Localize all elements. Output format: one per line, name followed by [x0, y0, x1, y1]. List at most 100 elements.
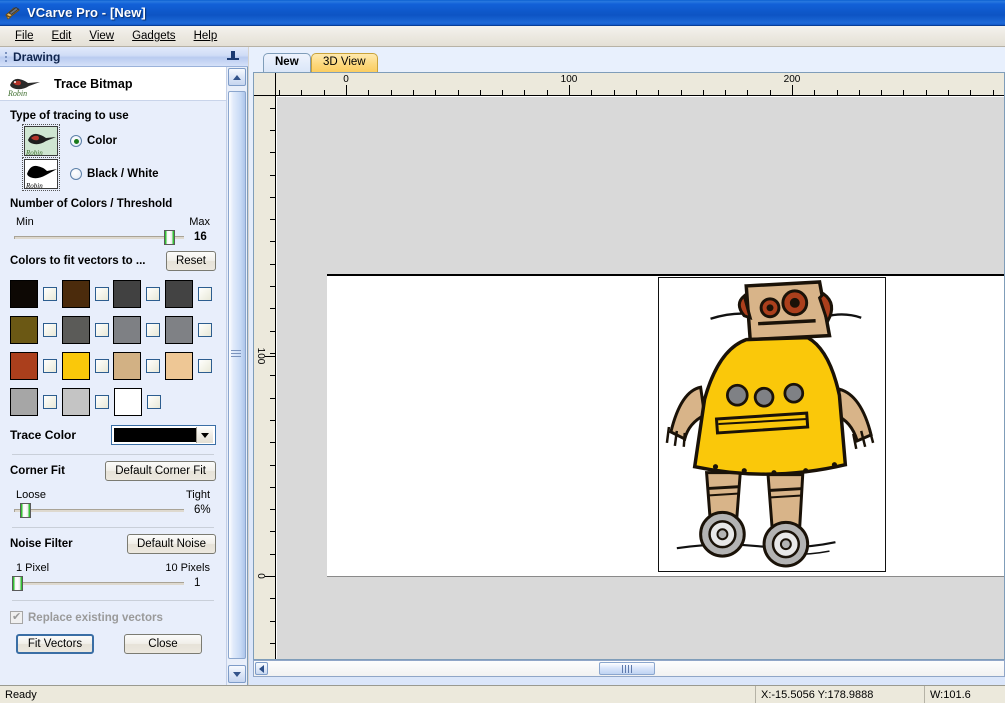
color-swatch-cell[interactable] [61, 352, 114, 380]
color-swatch[interactable] [164, 280, 193, 308]
tracing-option-bw[interactable]: Robin Black / White [22, 157, 216, 191]
status-coordinates: X:-15.5056 Y:178.9888 [755, 685, 925, 703]
default-noise-button[interactable]: Default Noise [126, 534, 216, 554]
scrollbar-thumb[interactable] [599, 662, 655, 675]
color-swatch[interactable] [164, 352, 193, 380]
tab-3d-view[interactable]: 3D View [311, 53, 378, 72]
panel-scrollbar[interactable] [226, 67, 246, 685]
color-swatch[interactable] [10, 352, 38, 380]
ruler-tick [614, 90, 615, 95]
color-swatch[interactable] [61, 316, 90, 344]
radio-black-white[interactable] [70, 168, 82, 180]
color-swatch-cell[interactable] [10, 388, 62, 416]
color-swatch-cell[interactable] [61, 316, 114, 344]
default-corner-fit-button[interactable]: Default Corner Fit [105, 461, 216, 481]
color-swatch[interactable] [62, 388, 90, 416]
replace-vectors-row[interactable]: Replace existing vectors [10, 610, 216, 624]
robin-bw-thumb[interactable]: Robin [22, 157, 60, 191]
robot-bitmap[interactable] [658, 277, 886, 572]
color-swatch[interactable] [10, 280, 38, 308]
color-swatch[interactable] [113, 280, 141, 308]
color-swatch[interactable] [10, 316, 38, 344]
ruler-tick [881, 90, 882, 95]
replace-vectors-checkbox[interactable] [10, 610, 23, 624]
tracing-option-color[interactable]: Robin Color [22, 124, 216, 158]
color-swatch[interactable] [61, 280, 90, 308]
drag-grip-icon[interactable] [3, 49, 11, 64]
color-swatch-checkbox[interactable] [43, 359, 57, 373]
menu-file[interactable]: File [6, 28, 43, 44]
color-swatch-cell[interactable] [114, 388, 166, 416]
color-swatch-checkbox[interactable] [43, 323, 57, 337]
reset-button[interactable]: Reset [165, 251, 216, 271]
trace-color-label: Trace Color [10, 428, 77, 442]
color-swatch-checkbox[interactable] [94, 323, 109, 337]
color-swatch-cell[interactable] [113, 352, 165, 380]
threshold-max-label: Max [189, 216, 210, 228]
color-swatch[interactable] [10, 388, 38, 416]
color-swatch-cell[interactable] [10, 352, 62, 380]
close-button[interactable]: Close [124, 634, 202, 654]
slider-knob[interactable] [20, 503, 32, 518]
color-swatch[interactable] [113, 352, 141, 380]
scrollbar-thumb[interactable] [228, 91, 246, 659]
trace-bitmap-panel: Robin Trace Bitmap Type of tracing to us… [0, 67, 226, 685]
menu-help[interactable]: Help [185, 28, 227, 44]
corner-fit-tight-label: Tight [185, 489, 210, 501]
color-swatch-cell[interactable] [164, 316, 217, 344]
color-swatch-cell[interactable] [10, 280, 62, 308]
color-swatch-checkbox[interactable] [94, 359, 109, 373]
color-swatch[interactable] [164, 316, 193, 344]
dock-header: Drawing [0, 47, 248, 67]
color-swatch-cell[interactable] [113, 316, 165, 344]
scroll-left-button[interactable] [255, 662, 268, 675]
color-swatch-checkbox[interactable] [43, 395, 57, 409]
ruler-tick [270, 152, 275, 153]
drawing-viewport[interactable] [277, 97, 1004, 659]
color-swatch-checkbox[interactable] [146, 323, 160, 337]
ruler-tick [270, 130, 275, 131]
chevron-down-icon[interactable] [196, 427, 213, 443]
menu-gadgets-label: Gadgets [132, 30, 176, 42]
color-swatch-cell[interactable] [164, 352, 217, 380]
scroll-down-button[interactable] [228, 665, 246, 683]
pin-icon[interactable] [226, 50, 240, 64]
color-swatch-cell[interactable] [164, 280, 217, 308]
tab-new[interactable]: New [263, 53, 311, 72]
replace-vectors-label: Replace existing vectors [28, 611, 163, 624]
robin-color-thumb[interactable]: Robin [22, 124, 60, 158]
color-swatch-cell[interactable] [61, 280, 114, 308]
color-swatch-checkbox[interactable] [147, 395, 161, 409]
menu-view[interactable]: View [80, 28, 123, 44]
colors-fit-section: Colors to fit vectors to ... Reset [0, 251, 226, 416]
color-swatch-checkbox[interactable] [146, 359, 160, 373]
color-swatch-checkbox[interactable] [95, 395, 109, 409]
fit-vectors-button[interactable]: Fit Vectors [16, 634, 94, 654]
menu-gadgets[interactable]: Gadgets [123, 28, 184, 44]
canvas-horizontal-scrollbar[interactable] [253, 660, 1005, 677]
color-swatch-checkbox[interactable] [94, 287, 109, 301]
colors-threshold-slider[interactable] [10, 229, 188, 245]
corner-fit-slider[interactable] [10, 502, 188, 518]
color-swatch-checkbox[interactable] [43, 287, 57, 301]
document-area: New 3D View 0100200300 1000 [249, 47, 1005, 685]
trace-color-dropdown[interactable] [111, 425, 216, 445]
noise-filter-slider[interactable] [10, 575, 188, 591]
slider-knob[interactable] [11, 576, 23, 591]
radio-color[interactable] [70, 135, 82, 147]
color-swatch-cell[interactable] [10, 316, 62, 344]
color-swatch-checkbox[interactable] [197, 359, 212, 373]
slider-knob[interactable] [163, 230, 175, 245]
color-swatch-checkbox[interactable] [197, 287, 212, 301]
menu-edit[interactable]: Edit [43, 28, 81, 44]
color-swatch[interactable] [114, 388, 142, 416]
color-swatch-cell[interactable] [113, 280, 165, 308]
status-bar: Ready X:-15.5056 Y:178.9888 W:101.6 [0, 685, 1005, 703]
color-swatch-checkbox[interactable] [146, 287, 160, 301]
color-swatch-cell[interactable] [62, 388, 114, 416]
color-swatch[interactable] [61, 352, 90, 380]
tracing-type-section: Type of tracing to use Robin Color Robin… [0, 110, 226, 191]
color-swatch-checkbox[interactable] [197, 323, 212, 337]
scroll-up-button[interactable] [227, 68, 246, 86]
color-swatch[interactable] [113, 316, 141, 344]
